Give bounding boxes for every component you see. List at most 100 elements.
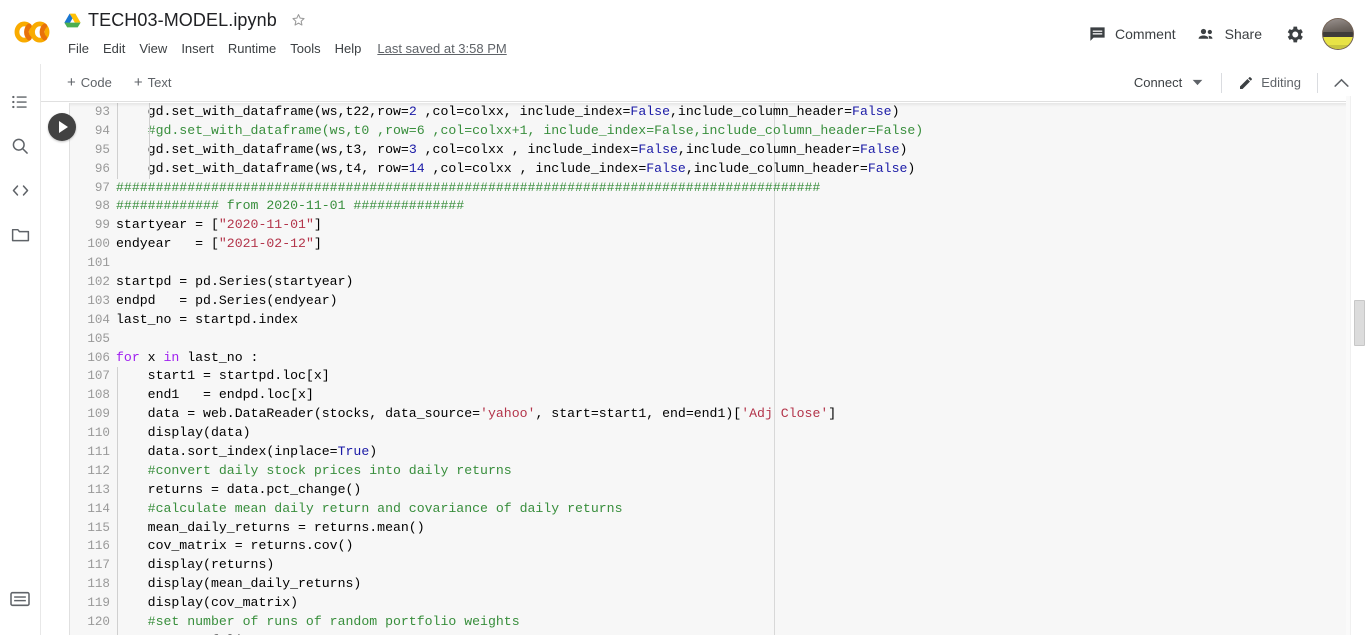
sidebar-item-table-of-contents[interactable]	[0, 80, 40, 124]
sidebar-item-code-snippets[interactable]	[0, 168, 40, 212]
code-line[interactable]: 120 #set number of runs of random portfo…	[70, 613, 1366, 632]
code-text[interactable]: for x in last_no :	[116, 349, 1366, 368]
indent-guide	[149, 140, 150, 160]
code-cell[interactable]: 93 gd.set_with_dataframe(ws,t22,row=2 ,c…	[41, 103, 1366, 635]
code-token: False	[859, 141, 900, 157]
code-text[interactable]: mean_daily_returns = returns.mean()	[116, 518, 1366, 538]
code-line[interactable]: 107 start1 = startpd.loc[x]	[70, 367, 1366, 387]
code-text[interactable]: #convert daily stock prices into daily r…	[116, 461, 1366, 481]
menu-insert[interactable]: Insert	[174, 39, 221, 58]
add-code-cell-button[interactable]: + Code	[58, 71, 121, 94]
editing-mode-button[interactable]: Editing	[1230, 70, 1309, 96]
document-title[interactable]: TECH03-MODEL.ipynb	[88, 9, 277, 31]
code-text[interactable]: display(data)	[116, 424, 1366, 444]
code-line[interactable]: 97 ######################################…	[70, 179, 1366, 198]
code-token: ,col=colxx, include_index=	[416, 104, 631, 119]
code-text[interactable]: gd.set_with_dataframe(ws,t4, row=14 ,col…	[116, 159, 1366, 179]
scrollbar-thumb[interactable]	[1354, 300, 1365, 346]
code-text[interactable]: last_no = startpd.index	[116, 311, 1366, 330]
code-line[interactable]: 98 ############# from 2020-11-01 ########…	[70, 197, 1366, 216]
code-line[interactable]: 105	[70, 330, 1366, 349]
code-line[interactable]: 104 last_no = startpd.index	[70, 311, 1366, 330]
star-outline-icon[interactable]	[290, 12, 307, 29]
code-line[interactable]: 93 gd.set_with_dataframe(ws,t22,row=2 ,c…	[70, 103, 1366, 122]
code-line[interactable]: 115 mean_daily_returns = returns.mean()	[70, 518, 1366, 538]
code-token: mean_daily_returns = returns.mean()	[116, 519, 425, 535]
collapse-header-button[interactable]	[1326, 69, 1356, 97]
code-line[interactable]: 109 data = web.DataReader(stocks, data_s…	[70, 405, 1366, 425]
sidebar-item-files[interactable]	[0, 212, 40, 256]
share-button[interactable]: Share	[1186, 18, 1272, 51]
user-avatar[interactable]	[1322, 18, 1354, 50]
settings-button[interactable]	[1276, 16, 1312, 52]
code-line[interactable]: 94 #gd.set_with_dataframe(ws,t0 ,row=6 ,…	[70, 121, 1366, 141]
code-line[interactable]: 114 #calculate mean daily return and cov…	[70, 499, 1366, 519]
code-text[interactable]: cov_matrix = returns.cov()	[116, 537, 1366, 557]
code-text[interactable]: returns = data.pct_change()	[116, 480, 1366, 500]
code-text[interactable]: display(cov_matrix)	[116, 594, 1366, 614]
code-text[interactable]: start1 = startpd.loc[x]	[116, 367, 1366, 387]
comment-button[interactable]: Comment	[1078, 18, 1186, 51]
code-text[interactable]	[116, 254, 1366, 273]
code-text[interactable]	[116, 330, 1366, 349]
code-text[interactable]: endyear = ["2021-02-12"]	[116, 235, 1366, 254]
code-line[interactable]: 112 #convert daily stock prices into dai…	[70, 461, 1366, 481]
code-text[interactable]: endpd = pd.Series(endyear)	[116, 292, 1366, 311]
code-editor-lines[interactable]: 93 gd.set_with_dataframe(ws,t22,row=2 ,c…	[70, 103, 1366, 635]
code-token: last_no :	[179, 349, 259, 365]
code-line[interactable]: 117 display(returns)	[70, 556, 1366, 576]
code-line[interactable]: 119 display(cov_matrix)	[70, 594, 1366, 614]
last-saved-status[interactable]: Last saved at 3:58 PM	[377, 41, 506, 56]
menu-help[interactable]: Help	[328, 39, 369, 58]
code-token: )	[891, 104, 900, 119]
code-line[interactable]: 101	[70, 254, 1366, 273]
code-text[interactable]: gd.set_with_dataframe(ws,t22,row=2 ,col=…	[116, 103, 1366, 122]
code-line[interactable]: 111 data.sort_index(inplace=True)	[70, 443, 1366, 462]
code-line[interactable]: 116 cov_matrix = returns.cov()	[70, 537, 1366, 557]
code-text[interactable]: startyear = ["2020-11-01"]	[116, 216, 1366, 235]
line-number: 108	[87, 388, 110, 403]
code-line[interactable]: 96 gd.set_with_dataframe(ws,t4, row=14 ,…	[70, 159, 1366, 179]
menu-runtime[interactable]: Runtime	[221, 39, 283, 58]
code-line[interactable]: 108 end1 = endpd.loc[x]	[70, 386, 1366, 406]
code-text[interactable]: data.sort_index(inplace=True)	[116, 443, 1366, 462]
menu-view[interactable]: View	[132, 39, 174, 58]
code-snippets-icon	[12, 184, 28, 196]
colab-logo[interactable]	[0, 0, 64, 64]
menu-tools[interactable]: Tools	[283, 39, 327, 58]
code-line[interactable]: 99 startyear = ["2020-11-01"]	[70, 216, 1366, 235]
code-text[interactable]: data = web.DataReader(stocks, data_sourc…	[116, 405, 1366, 425]
sidebar-item-search[interactable]	[0, 124, 40, 168]
line-number: 112	[87, 463, 110, 478]
code-line[interactable]: 110 display(data)	[70, 424, 1366, 444]
code-text[interactable]: end1 = endpd.loc[x]	[116, 386, 1366, 406]
code-line[interactable]: 106 for x in last_no :	[70, 349, 1366, 368]
run-cell-button[interactable]	[48, 113, 76, 141]
menu-edit[interactable]: Edit	[96, 39, 132, 58]
code-text[interactable]: ############# from 2020-11-01 ##########…	[116, 197, 1366, 216]
code-token: True	[337, 444, 370, 460]
code-token: returns = data.pct_change()	[116, 481, 362, 497]
code-text[interactable]: gd.set_with_dataframe(ws,t3, row=3 ,col=…	[116, 140, 1366, 160]
code-text[interactable]: display(mean_daily_returns)	[116, 575, 1366, 595]
code-text[interactable]: display(returns)	[116, 556, 1366, 576]
vertical-scrollbar[interactable]	[1350, 96, 1366, 635]
cell-editor[interactable]: 93 gd.set_with_dataframe(ws,t22,row=2 ,c…	[69, 103, 1366, 635]
code-token: end1 = endpd.loc[x]	[116, 387, 314, 403]
code-line[interactable]: 103 endpd = pd.Series(endyear)	[70, 292, 1366, 311]
code-text[interactable]: ########################################…	[116, 179, 1366, 198]
code-text[interactable]: #gd.set_with_dataframe(ws,t0 ,row=6 ,col…	[116, 121, 1366, 141]
code-token: "2020-11-01"	[218, 217, 314, 233]
code-line[interactable]: 113 returns = data.pct_change()	[70, 480, 1366, 500]
code-line[interactable]: 100 endyear = ["2021-02-12"]	[70, 235, 1366, 254]
code-line[interactable]: 102 startpd = pd.Series(startyear)	[70, 273, 1366, 292]
connect-button[interactable]: Connect	[1124, 70, 1213, 95]
add-text-cell-button[interactable]: + Text	[125, 71, 181, 94]
code-text[interactable]: #calculate mean daily return and covaria…	[116, 499, 1366, 519]
code-text[interactable]: #set number of runs of random portfolio …	[116, 613, 1366, 632]
code-text[interactable]: startpd = pd.Series(startyear)	[116, 273, 1366, 292]
code-line[interactable]: 95 gd.set_with_dataframe(ws,t3, row=3 ,c…	[70, 140, 1366, 160]
code-line[interactable]: 118 display(mean_daily_returns)	[70, 575, 1366, 595]
sidebar-item-terminal[interactable]	[0, 577, 40, 621]
menu-file[interactable]: File	[64, 39, 96, 58]
